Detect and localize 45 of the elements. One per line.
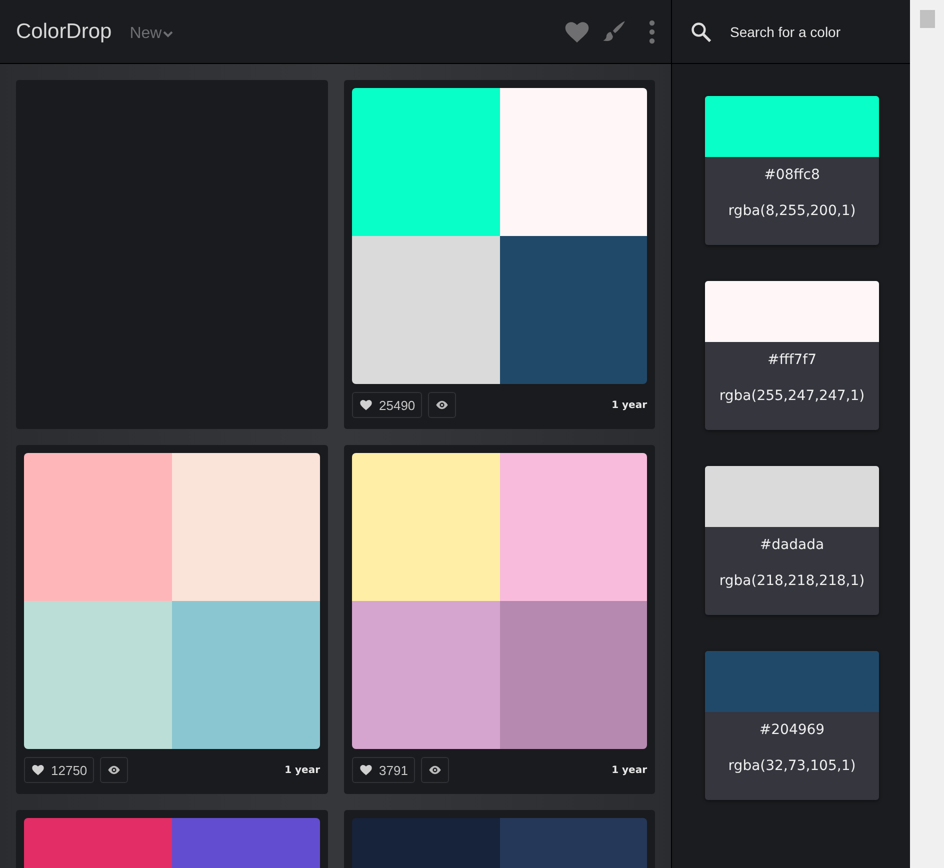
age-label: 1 year <box>612 764 647 776</box>
search-field[interactable]: Search for a color <box>728 22 882 40</box>
more-icon[interactable] <box>649 20 655 44</box>
hex-value: #dadada <box>760 537 824 553</box>
view-button[interactable] <box>428 392 456 418</box>
color-swatch[interactable] <box>500 453 647 601</box>
color-swatch[interactable] <box>500 236 647 384</box>
hex-value: #204969 <box>759 722 825 738</box>
eye-icon <box>428 763 442 777</box>
heart-icon <box>359 763 373 777</box>
color-swatch[interactable] <box>172 453 320 601</box>
color-swatch[interactable] <box>24 601 172 749</box>
rgba-value: rgba(255,247,247,1) <box>719 388 865 404</box>
color-swatch[interactable] <box>500 88 647 236</box>
color-swatch[interactable] <box>24 453 172 601</box>
palette-card[interactable]: 25490 1 year <box>344 80 655 429</box>
age-label: 1 year <box>284 764 320 776</box>
scrollbar[interactable] <box>910 0 944 868</box>
color-swatch[interactable] <box>352 236 500 384</box>
hex-value: #08ffc8 <box>764 167 820 183</box>
eye-icon <box>435 398 450 412</box>
color-swatch[interactable] <box>352 453 500 601</box>
view-button[interactable] <box>100 757 128 783</box>
view-button[interactable] <box>420 757 449 783</box>
app-logo: ColorDrop <box>16 20 112 44</box>
eye-icon <box>107 763 122 777</box>
rgba-value: rgba(8,255,200,1) <box>728 203 856 219</box>
age-label: 1 year <box>612 400 647 410</box>
color-swatch[interactable] <box>352 88 500 236</box>
rgba-value: rgba(32,73,105,1) <box>728 758 856 774</box>
palette-card[interactable]: 3791 1 year <box>344 445 655 794</box>
hex-value: #fff7f7 <box>767 352 817 368</box>
like-button[interactable]: 3791 <box>352 757 415 783</box>
search-icon <box>690 20 712 42</box>
color-swatch[interactable] <box>352 601 500 749</box>
like-button[interactable]: 12750 <box>24 757 94 783</box>
chevron-down-icon <box>162 30 173 38</box>
like-button[interactable]: 25490 <box>352 392 422 418</box>
scrollbar-thumb[interactable] <box>920 10 935 28</box>
rgba-value: rgba(218,218,218,1) <box>719 573 865 589</box>
color-swatch[interactable] <box>500 601 647 749</box>
color-swatch[interactable] <box>172 601 320 749</box>
heart-icon <box>31 763 45 777</box>
palette-card[interactable]: 12750 1 year <box>16 445 328 794</box>
heart-icon <box>359 398 373 412</box>
